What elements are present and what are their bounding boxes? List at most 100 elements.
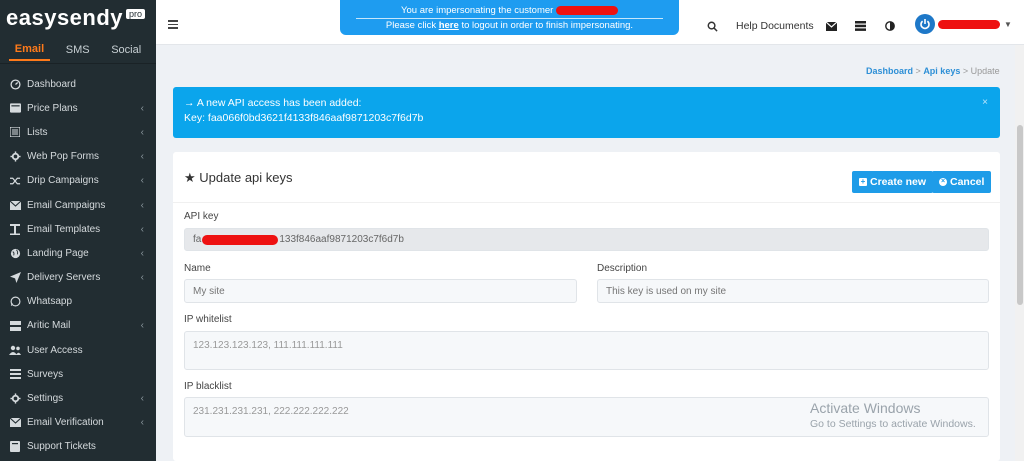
- server-icon[interactable]: [854, 20, 866, 32]
- impersonation-line-1: You are impersonating the customer: [340, 5, 679, 17]
- envelope-check-icon: [9, 417, 21, 429]
- name-input[interactable]: [184, 279, 577, 303]
- sidebar-item-aritic-mail[interactable]: Aritic Mail ‹: [0, 314, 156, 338]
- impersonation-prefix: Please click: [385, 20, 437, 31]
- brand-logo[interactable]: easysendy pro: [0, 0, 156, 36]
- sidebar-item-label: User Access: [27, 344, 83, 356]
- sidebar-item-dashboard[interactable]: Dashboard: [0, 72, 156, 96]
- breadcrumb-separator: >: [962, 66, 969, 76]
- server-icon: [9, 320, 21, 332]
- globe-icon: [9, 247, 21, 259]
- breadcrumb-dashboard[interactable]: Dashboard: [866, 66, 913, 76]
- api-key-label: API key: [184, 211, 219, 222]
- chevron-left-icon: ‹: [140, 393, 144, 405]
- sidebar-item-surveys[interactable]: Surveys: [0, 362, 156, 386]
- sidebar-item-label: Price Plans: [27, 102, 78, 114]
- sidebar-item-label: Surveys: [27, 368, 64, 380]
- description-label: Description: [597, 263, 648, 274]
- create-new-button[interactable]: + Create new: [852, 171, 934, 193]
- envelope-icon: [9, 199, 21, 211]
- help-documents-link[interactable]: Help Documents: [736, 20, 814, 32]
- alert-message: → A new API access has been added:: [184, 97, 362, 109]
- card-title: ★ Update api keys: [184, 170, 293, 186]
- sidebar-item-user-access[interactable]: User Access: [0, 338, 156, 362]
- tab-sms[interactable]: SMS: [60, 40, 96, 60]
- cancel-button[interactable]: × Cancel: [932, 171, 992, 193]
- sidebar-item-email-verification[interactable]: Email Verification ‹: [0, 411, 156, 435]
- sidebar-item-label: Web Pop Forms: [27, 151, 100, 163]
- price-icon: [9, 102, 21, 114]
- sidebar-item-label: Lists: [27, 126, 48, 138]
- sidebar-item-whatsapp[interactable]: Whatsapp: [0, 290, 156, 314]
- sidebar-item-label: Aritic Mail: [27, 320, 71, 332]
- sidebar-item-label: Email Templates: [27, 223, 101, 235]
- contrast-icon[interactable]: [884, 20, 896, 32]
- sidebar-item-settings[interactable]: Settings ‹: [0, 386, 156, 410]
- hamburger-menu-icon[interactable]: [168, 20, 178, 29]
- chevron-left-icon: ‹: [140, 247, 144, 259]
- watermark-subtitle: Go to Settings to activate Windows.: [810, 418, 976, 430]
- sidebar-item-landing-page[interactable]: Landing Page ‹: [0, 241, 156, 265]
- sidebar-item-label: Delivery Servers: [27, 272, 101, 284]
- chevron-left-icon: ‹: [140, 223, 144, 235]
- sidebar-item-label: Support Tickets: [27, 441, 96, 453]
- send-icon: [9, 272, 21, 284]
- gear-icon: [9, 151, 21, 163]
- top-header: You are impersonating the customer Pleas…: [156, 0, 1024, 45]
- sidebar-item-label: Settings: [27, 393, 64, 405]
- breadcrumb-api-keys[interactable]: Api keys: [923, 66, 960, 76]
- sidebar: easysendy pro Email SMS Social Dashboard…: [0, 0, 156, 461]
- api-key-field[interactable]: fa 133f846aaf9871203c7f6d7b: [184, 228, 989, 251]
- ticket-icon: [9, 441, 21, 453]
- tab-social[interactable]: Social: [105, 40, 147, 60]
- star-icon: ★: [184, 170, 196, 185]
- scrollbar-thumb[interactable]: [1017, 125, 1023, 305]
- breadcrumb: Dashboard > Api keys > Update: [866, 66, 1000, 76]
- alert-key: Key: faa066f0bd3621f4133f846aaf9871203c7…: [184, 112, 424, 124]
- tab-email[interactable]: Email: [8, 39, 51, 61]
- chevron-left-icon: ‹: [140, 175, 144, 187]
- card-divider: [173, 202, 1000, 203]
- redacted-user-name[interactable]: [938, 20, 1000, 29]
- sidebar-item-support-tickets[interactable]: Support Tickets: [0, 435, 156, 459]
- watermark-title: Activate Windows: [810, 400, 921, 416]
- list-icon: [9, 126, 21, 138]
- sidebar-item-label: Email Verification: [27, 417, 104, 429]
- description-input[interactable]: [597, 279, 989, 303]
- sidebar-item-lists[interactable]: Lists ‹: [0, 120, 156, 144]
- sidebar-item-email-campaigns[interactable]: Email Campaigns ‹: [0, 193, 156, 217]
- chevron-down-icon[interactable]: ▼: [1004, 20, 1012, 29]
- sidebar-item-label: Landing Page: [27, 247, 89, 259]
- chevron-left-icon: ‹: [140, 417, 144, 429]
- sidebar-item-web-pop-forms[interactable]: Web Pop Forms ‹: [0, 145, 156, 169]
- shuffle-icon: [9, 175, 21, 187]
- impersonation-suffix: to logout in order to finish impersonati…: [461, 20, 634, 31]
- sidebar-menu: Dashboard Price Plans ‹ Lists ‹ Web Pop Forms…: [0, 72, 156, 459]
- ip-whitelist-textarea[interactable]: 123.123.123.123, 111.111.111.111: [184, 331, 989, 370]
- logout-here-link[interactable]: here: [439, 20, 459, 31]
- page-scrollbar[interactable]: [1015, 45, 1024, 461]
- name-label: Name: [184, 263, 211, 274]
- ip-blacklist-label: IP blacklist: [184, 381, 232, 392]
- envelope-icon[interactable]: [825, 20, 837, 32]
- close-icon[interactable]: ×: [982, 95, 988, 110]
- user-avatar[interactable]: [915, 14, 935, 34]
- dashboard-icon: [9, 78, 21, 90]
- chevron-left-icon: ‹: [140, 272, 144, 284]
- search-icon[interactable]: [706, 20, 718, 32]
- sidebar-item-drip-campaigns[interactable]: Drip Campaigns ‹: [0, 169, 156, 193]
- sidebar-item-label: Whatsapp: [27, 296, 73, 308]
- sidebar-item-email-templates[interactable]: Email Templates ‹: [0, 217, 156, 241]
- api-key-prefix: fa: [193, 234, 202, 245]
- chevron-left-icon: ‹: [140, 320, 144, 332]
- cancel-label: Cancel: [950, 176, 985, 188]
- impersonation-divider: [356, 18, 663, 19]
- brand-name: easysendy: [6, 5, 124, 30]
- impersonation-text: You are impersonating the customer: [401, 5, 554, 16]
- sidebar-item-delivery-servers[interactable]: Delivery Servers ‹: [0, 266, 156, 290]
- sidebar-item-label: Email Campaigns: [27, 199, 106, 211]
- chevron-left-icon: ‹: [140, 151, 144, 163]
- card-title-text: Update api keys: [199, 170, 293, 185]
- ip-whitelist-label: IP whitelist: [184, 314, 232, 325]
- sidebar-item-price-plans[interactable]: Price Plans ‹: [0, 96, 156, 120]
